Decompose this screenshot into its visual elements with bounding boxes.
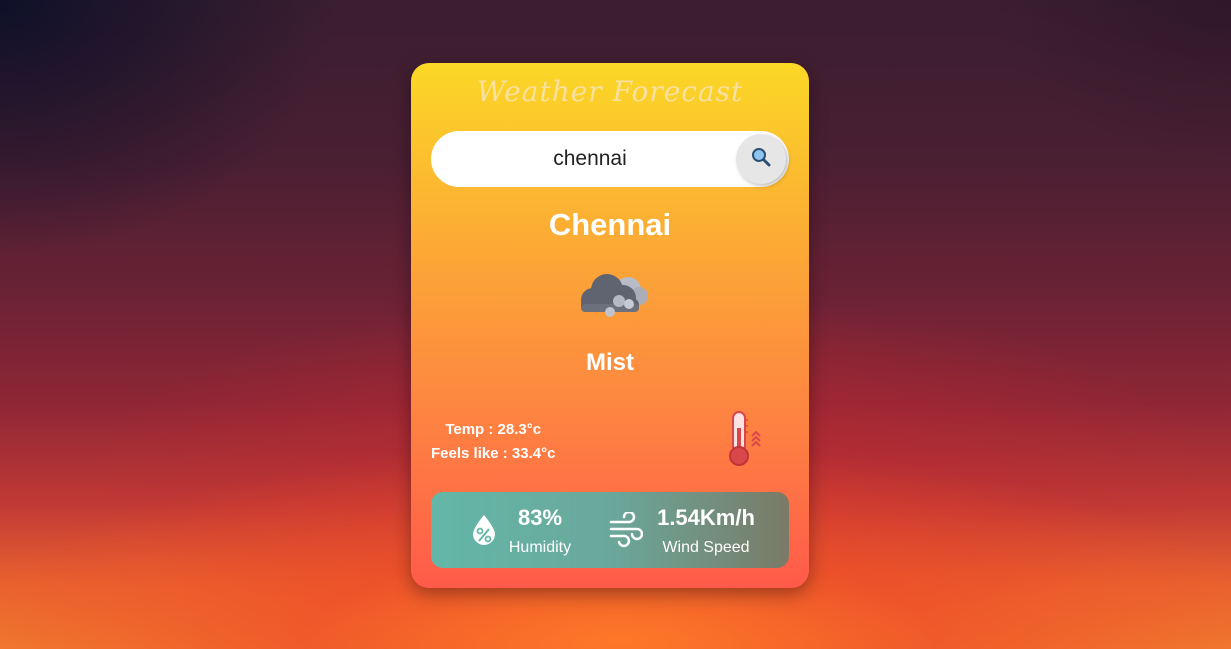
app-title: Weather Forecast	[476, 75, 744, 108]
mist-cloud-icon	[573, 268, 653, 324]
city-name: Chennai	[548, 207, 672, 242]
feels-like-text: Feels like : 33.4°c	[431, 445, 556, 462]
search-icon	[751, 147, 771, 172]
stats-panel: 83% Humidity 1.54Km/h Wind Speed	[431, 492, 789, 568]
temperature-block: Temp : 28.3°c Feels like : 33.4°c	[431, 418, 555, 466]
wind-speed-value: 1.54Km/h	[657, 505, 755, 530]
city-search-input[interactable]	[451, 131, 729, 187]
humidity-value: 83%	[517, 505, 563, 530]
temperature-text: Temp : 28.3°c	[445, 421, 542, 438]
thermometer-hot-icon	[723, 408, 767, 468]
search-button[interactable]	[736, 134, 786, 184]
wind-speed-label: Wind Speed	[662, 539, 750, 556]
weather-card: Weather Forecast Chennai Mist	[411, 63, 809, 588]
search-bar	[431, 131, 789, 187]
humidity-label: Humidity	[508, 539, 572, 556]
humidity-icon	[471, 514, 497, 551]
wind-icon	[609, 510, 644, 553]
weather-condition: Mist	[586, 349, 634, 376]
